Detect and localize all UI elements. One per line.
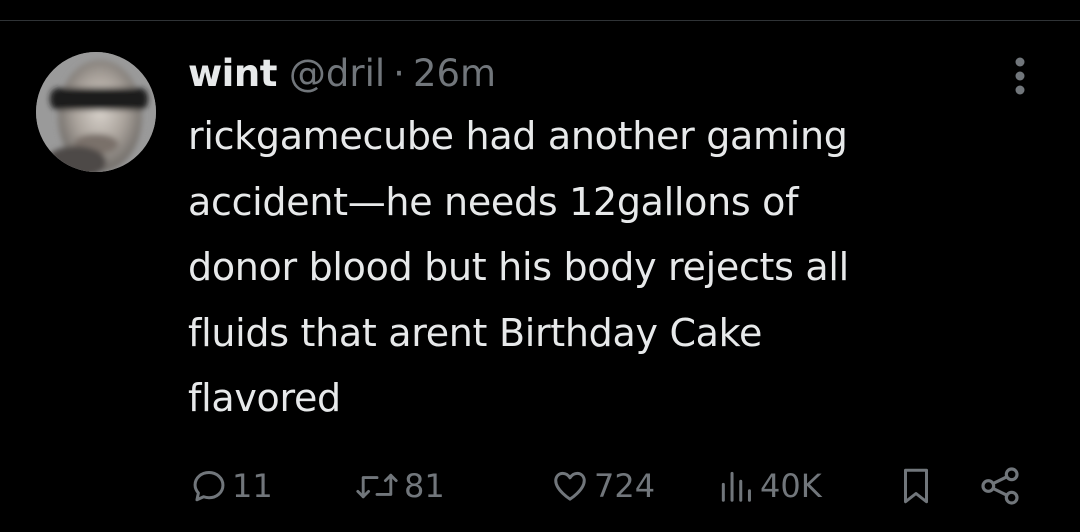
separator-dot: · [393,52,405,95]
tweet-text-line: donor blood but his body rejects all [188,245,849,289]
user-handle[interactable]: @dril [289,52,385,96]
repost-icon [354,467,400,505]
tweet-text-line: flavored [188,376,341,420]
timestamp[interactable]: 26m [413,52,496,96]
reply-count: 11 [232,467,273,505]
tweet-text-line: fluids that arent Birthday Cake [188,310,763,355]
views-button[interactable]: 40K [716,458,822,514]
share-button[interactable] [978,458,1022,514]
bookmark-button[interactable] [898,458,934,514]
heart-icon [550,467,590,505]
share-icon [978,466,1022,506]
tweet-text: rickgamecube had another gaming accident… [188,104,1048,432]
display-name[interactable]: wint [188,52,277,96]
tweet-header: wint @dril · 26m [188,52,496,96]
like-button[interactable]: 724 [550,458,655,514]
repost-count: 81 [404,467,445,505]
top-divider [0,20,1080,21]
tweet-text-line: rickgamecube had another gaming [188,114,848,158]
repost-button[interactable]: 81 [354,458,445,514]
reply-icon [190,467,228,505]
tweet-text-line: accident—he needs 12gallons of [188,179,799,224]
like-count: 724 [594,467,656,505]
action-bar: 11 81 724 40K [0,458,1080,514]
views-icon [716,467,756,505]
reply-button[interactable]: 11 [190,458,273,514]
more-vertical-icon[interactable] [1004,56,1036,96]
avatar[interactable] [36,52,156,172]
bookmark-icon [898,466,934,506]
views-count: 40K [760,467,822,505]
